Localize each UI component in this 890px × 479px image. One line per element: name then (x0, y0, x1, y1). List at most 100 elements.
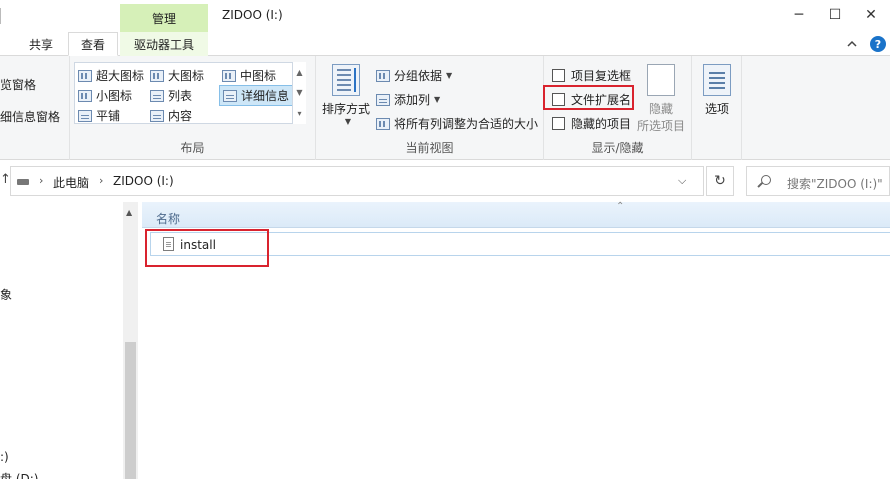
drive-icon (17, 179, 29, 185)
current-view-group-label: 当前视图 (405, 141, 454, 155)
caret-down-icon: ▼ (446, 71, 453, 80)
small-icons-icon (78, 89, 92, 102)
layout-gallery-scroller[interactable]: ▲ ▼ ▾ (292, 62, 306, 124)
item-checkboxes-checkbox[interactable] (552, 69, 565, 82)
help-icon[interactable]: ? (870, 36, 886, 52)
title-bar-edge (0, 8, 10, 24)
large-icons-option[interactable]: 大图标 (150, 67, 204, 84)
chevron-down-icon[interactable]: ▼ (296, 88, 302, 97)
show-hide-group-label: 显示/隐藏 (591, 141, 644, 155)
search-icon (761, 175, 771, 185)
address-history-dropdown[interactable]: ⌵ (678, 174, 686, 188)
add-columns-icon (376, 93, 390, 106)
list-label: 列表 (168, 89, 193, 103)
breadcrumb-separator[interactable]: › (99, 174, 103, 187)
navigation-scrollbar[interactable]: ▲ (123, 202, 138, 479)
sort-by-label: 排序方式 (322, 102, 371, 116)
refresh-button[interactable]: ↻ (706, 166, 734, 196)
hidden-items-label: 隐藏的项目 (571, 117, 632, 131)
extra-large-icons-icon (78, 69, 92, 82)
sort-by-button[interactable]: 排序方式 ▼ (322, 64, 370, 126)
tiles-label: 平铺 (96, 109, 121, 123)
medium-icons-option[interactable]: 中图标 (222, 67, 276, 84)
preview-pane-button[interactable]: 览窗格 (0, 76, 36, 93)
caret-down-icon: ▼ (344, 117, 352, 126)
details-pane-button[interactable]: 细信息窗格 (0, 108, 60, 125)
title-bar: 管理 ZIDOO (I:) ─ ☐ ✕ (0, 0, 890, 32)
group-by-label: 分组依据 (394, 69, 443, 83)
extra-large-icons-option[interactable]: 超大图标 (78, 67, 144, 84)
size-columns-icon (376, 117, 390, 130)
extra-large-icons-label: 超大图标 (96, 69, 145, 83)
hide-document-icon (647, 64, 675, 96)
scrollbar-thumb[interactable] (125, 342, 136, 479)
panes-group: 览窗格 细信息窗格 (0, 56, 70, 160)
tab-view[interactable]: 查看 (68, 32, 118, 56)
close-button[interactable]: ✕ (848, 0, 890, 30)
add-columns-button[interactable]: 添加列 ▼ (376, 91, 440, 108)
window-title: ZIDOO (I:) (222, 8, 283, 22)
tab-manage[interactable]: 管理 (120, 4, 208, 32)
details-view-icon (223, 89, 237, 102)
layout-group-label: 布局 (180, 141, 205, 155)
ribbon-tabs: 共享 查看 驱动器工具 ? (0, 32, 890, 56)
column-header-row: ⌃ 名称 (142, 201, 890, 228)
hide-selected-items-button[interactable]: 隐藏 所选项目 (636, 64, 686, 134)
tiles-view-icon (78, 109, 92, 122)
large-icons-icon (150, 69, 164, 82)
hidden-items-option[interactable]: 隐藏的项目 (552, 115, 631, 132)
tab-drive-tools[interactable]: 驱动器工具 (120, 32, 208, 56)
breadcrumb-separator[interactable]: › (39, 174, 43, 187)
highlight-file-box (145, 229, 269, 267)
tiles-option[interactable]: 平铺 (78, 107, 120, 124)
breadcrumb-this-pc[interactable]: 此电脑 (53, 174, 89, 191)
nav-item-fragment[interactable]: 盘 (D:) (0, 470, 38, 479)
options-label: 选项 (704, 102, 729, 116)
chevron-up-icon[interactable]: ▲ (296, 68, 302, 77)
preview-pane-label: 览窗格 (0, 78, 37, 92)
caret-down-icon: ▼ (434, 95, 441, 104)
highlight-extensions-box (543, 85, 634, 110)
size-all-columns-button[interactable]: 将所有列调整为合适的大小 (376, 115, 538, 132)
medium-icons-label: 中图标 (240, 69, 277, 83)
details-pane-label: 细信息窗格 (0, 110, 61, 124)
add-columns-label: 添加列 (394, 93, 431, 107)
item-checkboxes-option[interactable]: 项目复选框 (552, 67, 631, 84)
chevron-up-icon[interactable]: ▲ (126, 208, 132, 217)
selected-items-label: 所选项目 (636, 119, 685, 133)
content-label: 内容 (168, 109, 193, 123)
group-by-button[interactable]: 分组依据 ▼ (376, 67, 452, 84)
tab-share[interactable]: 共享 (18, 32, 64, 56)
chevron-up-icon[interactable] (846, 38, 858, 50)
size-all-columns-label: 将所有列调整为合适的大小 (394, 117, 539, 131)
ribbon: 览窗格 细信息窗格 布局 超大图标 大图标 中图标 小图标 列表 详细信息 平铺… (0, 56, 890, 160)
small-icons-label: 小图标 (96, 89, 133, 103)
nav-item-fragment[interactable]: :) (0, 450, 9, 464)
list-option[interactable]: 列表 (150, 87, 192, 104)
content-option[interactable]: 内容 (150, 107, 192, 124)
content-view-icon (150, 109, 164, 122)
nav-item-fragment[interactable]: 象 (0, 286, 12, 303)
sort-icon (332, 64, 360, 96)
options-button[interactable]: 选项 (698, 64, 736, 117)
search-placeholder: 搜索"ZIDOO (I:)" (787, 177, 883, 191)
small-icons-option[interactable]: 小图标 (78, 87, 132, 104)
details-option[interactable]: 详细信息 (219, 85, 294, 106)
search-input[interactable]: 搜索"ZIDOO (I:)" (746, 166, 890, 196)
options-icon (703, 64, 731, 96)
sort-ascending-icon: ⌃ (616, 201, 625, 212)
hide-label: 隐藏 (648, 102, 673, 116)
large-icons-label: 大图标 (168, 69, 205, 83)
hidden-items-checkbox[interactable] (552, 117, 565, 130)
medium-icons-icon (222, 69, 236, 82)
group-by-icon (376, 69, 390, 82)
name-column-label: 名称 (156, 212, 181, 226)
details-label: 详细信息 (241, 89, 290, 103)
list-view-icon (150, 89, 164, 102)
name-column-header[interactable] (142, 202, 890, 228)
expand-gallery-icon[interactable]: ▾ (297, 109, 301, 118)
navigation-pane: 象 :) 盘 (D:) (0, 202, 140, 479)
item-checkboxes-label: 项目复选框 (571, 69, 632, 83)
address-bar[interactable]: › 此电脑 › ZIDOO (I:) (10, 166, 704, 196)
breadcrumb-drive[interactable]: ZIDOO (I:) (113, 174, 174, 188)
